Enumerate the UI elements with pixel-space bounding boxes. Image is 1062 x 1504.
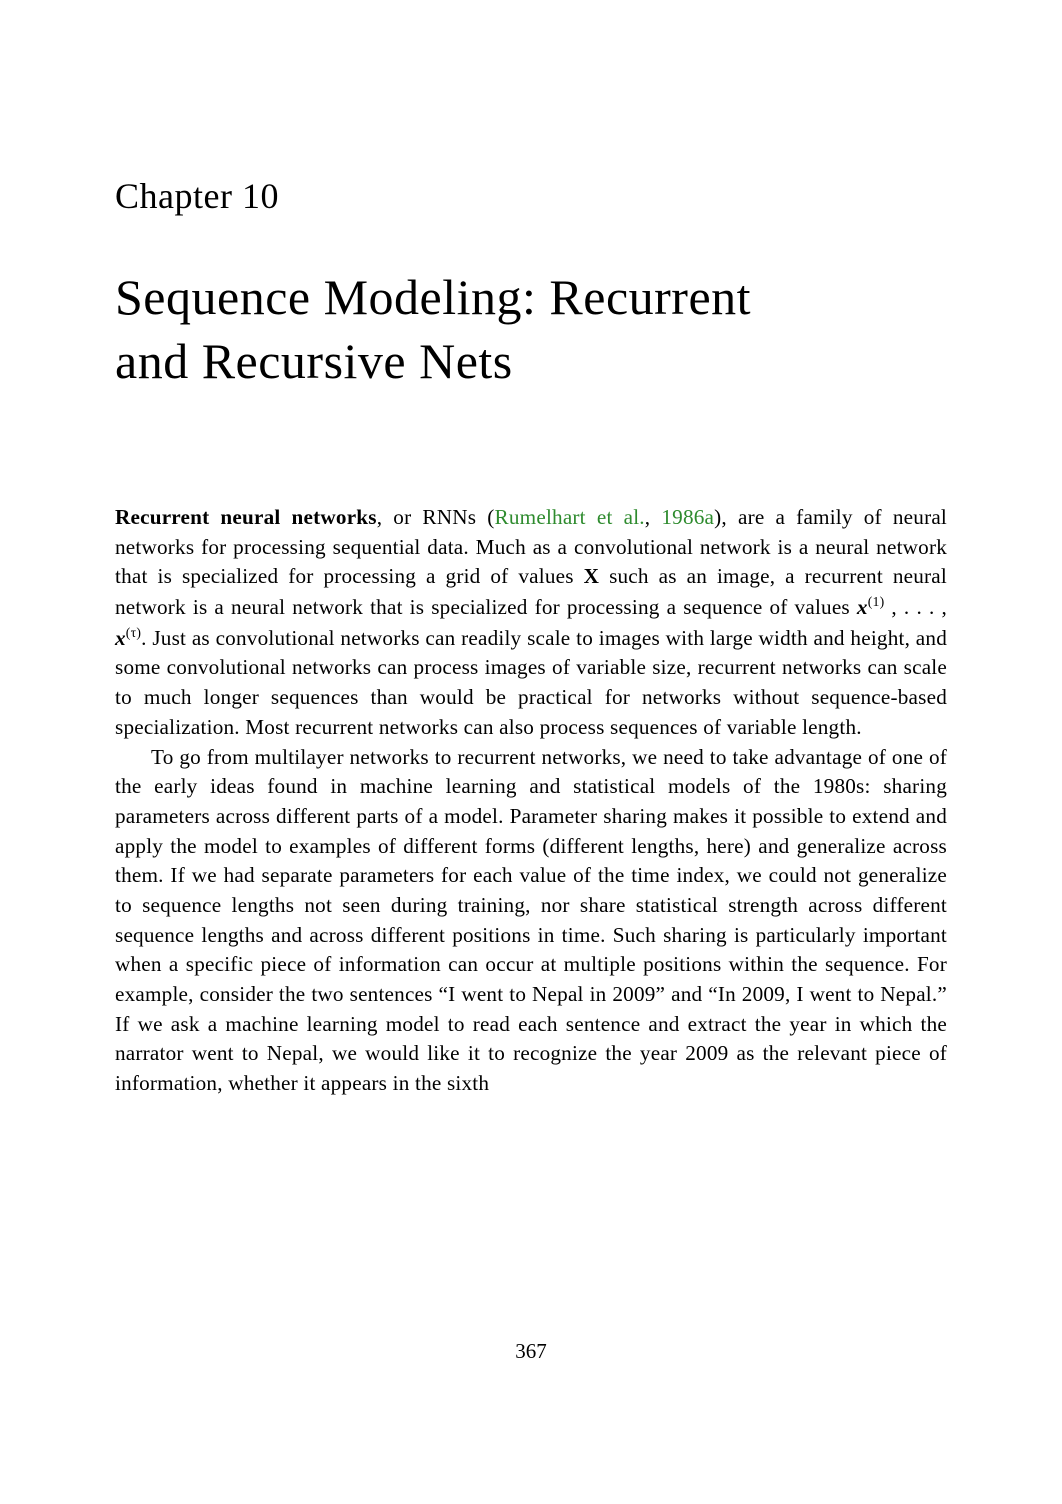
body-text: Recurrent neural networks, or RNNs (Rume…: [115, 503, 947, 1099]
chapter-label: Chapter 10: [115, 175, 947, 217]
page-number: 367: [0, 1339, 1062, 1364]
paragraph-2: To go from multilayer networks to recurr…: [115, 743, 947, 1099]
citation-separator: ,: [645, 505, 662, 529]
variable-x1: x: [857, 595, 868, 619]
chapter-title-line2: and Recursive Nets: [115, 333, 513, 389]
text-run: . Just as convolutional networks can rea…: [115, 626, 947, 739]
variable-x2: x: [115, 626, 126, 650]
chapter-title: Sequence Modeling: Recurrent and Recursi…: [115, 265, 947, 393]
superscript-tau: (τ): [126, 625, 141, 640]
variable-X: X: [584, 564, 600, 588]
text-run: , or RNNs (: [377, 505, 495, 529]
superscript-1: (1): [868, 594, 885, 609]
chapter-title-line1: Sequence Modeling: Recurrent: [115, 269, 751, 325]
paragraph-1: Recurrent neural networks, or RNNs (Rume…: [115, 503, 947, 743]
citation-year: 1986a: [661, 505, 714, 529]
sequence-ellipsis: , . . . ,: [884, 595, 947, 619]
lead-term: Recurrent neural networks: [115, 505, 377, 529]
citation-author: Rumelhart et al.: [495, 505, 645, 529]
page: Chapter 10 Sequence Modeling: Recurrent …: [0, 0, 1062, 1504]
